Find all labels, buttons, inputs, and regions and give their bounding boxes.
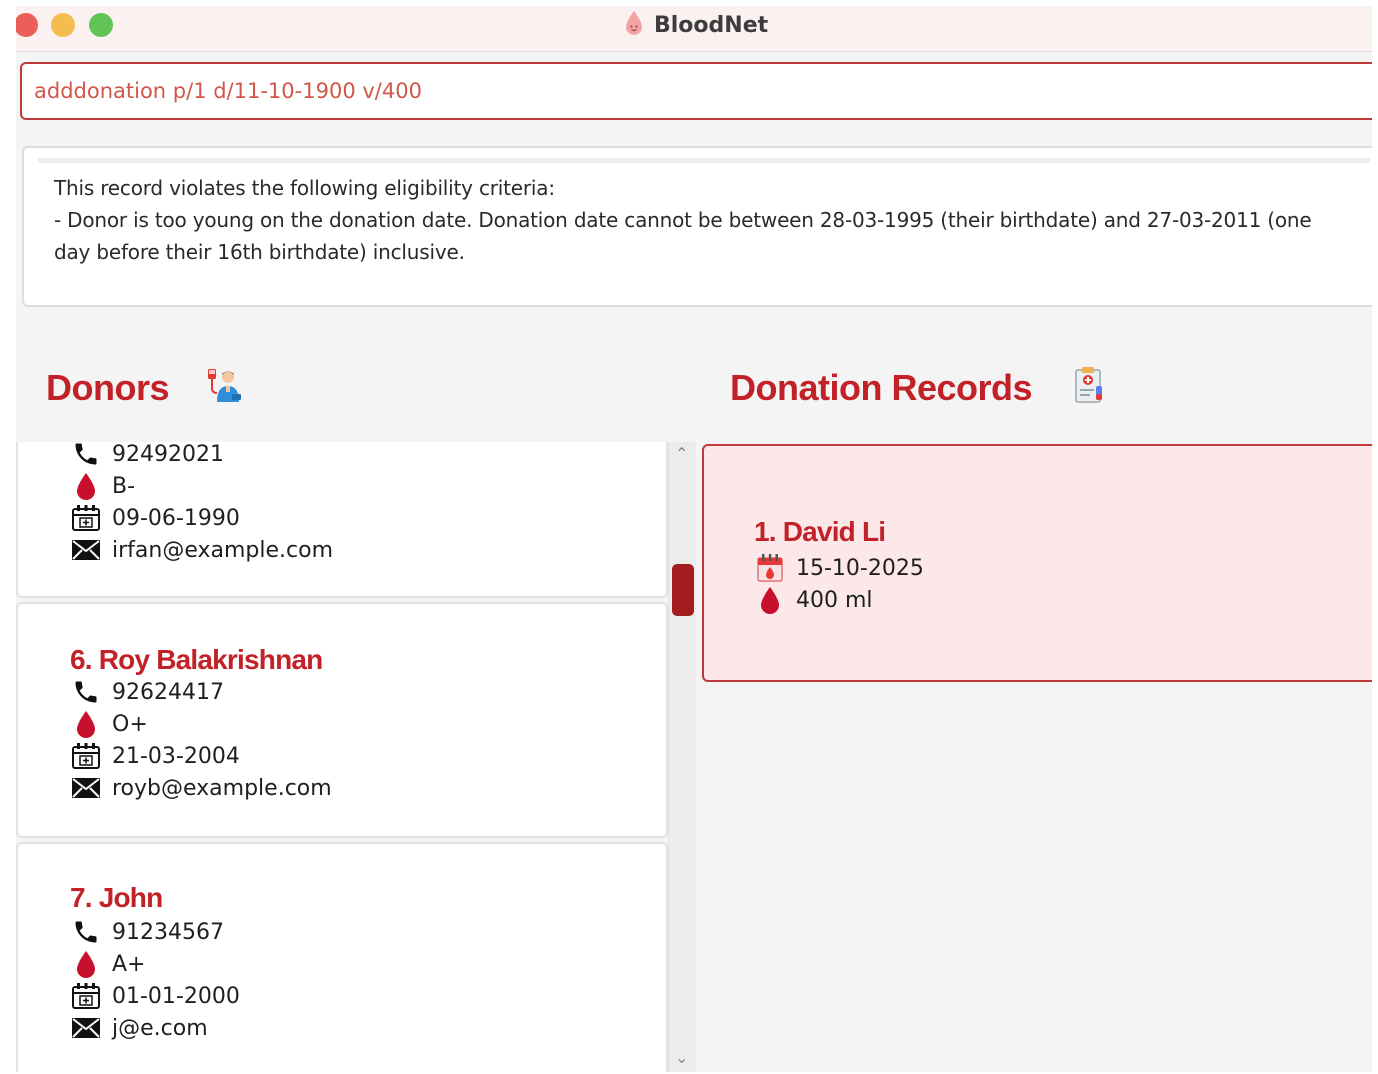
phone-icon xyxy=(70,916,102,948)
record-date-row: 15-10-2025 xyxy=(754,552,924,584)
donor-phone: 91234567 xyxy=(112,919,224,945)
donor-blood-type-row: B- xyxy=(70,470,135,502)
blood-drop-logo-icon xyxy=(624,10,644,41)
donor-dob-row: 09-06-1990 xyxy=(70,502,240,534)
zoom-window-button[interactable] xyxy=(89,13,113,37)
window-title-group: BloodNet xyxy=(624,10,768,40)
record-donor-name: 1. David Li xyxy=(754,516,886,547)
donor-name: 7. John xyxy=(70,882,163,913)
phone-icon xyxy=(70,442,102,470)
donor-blood-type-row: O+ xyxy=(70,708,148,740)
scroll-down-icon[interactable]: ⌄ xyxy=(675,1048,688,1068)
result-message: This record violates the following eligi… xyxy=(54,176,1312,264)
record-volume-row: 400 ml xyxy=(754,584,873,616)
app-window: BloodNet This record violates the follow… xyxy=(16,6,1372,1072)
scroll-thumb[interactable] xyxy=(672,564,694,616)
donation-records-list[interactable]: 1. David Li 15-10-2025 400 ml xyxy=(702,444,1372,1072)
donor-dob-row: 21-03-2004 xyxy=(70,740,240,772)
record-date: 15-10-2025 xyxy=(796,555,924,581)
donor-phone-row: 92492021 xyxy=(70,442,224,470)
donor-icon xyxy=(205,366,243,409)
donors-title: Donors xyxy=(46,366,170,408)
donor-email-row: j@e.com xyxy=(70,1012,208,1044)
donor-dob: 01-01-2000 xyxy=(112,983,240,1009)
donor-phone: 92492021 xyxy=(112,442,224,467)
donor-dob: 09-06-1990 xyxy=(112,505,240,531)
donor-email: royb@example.com xyxy=(112,775,332,801)
donor-list-scrollbar[interactable]: ⌃ ⌄ xyxy=(668,442,696,1072)
blood-drop-icon xyxy=(70,708,102,740)
blood-drop-icon xyxy=(754,584,786,616)
donor-phone-row: 91234567 xyxy=(70,916,224,948)
donor-list[interactable]: 92492021 B- 09-06-1990 irfan@example.com… xyxy=(16,442,668,1072)
donor-card[interactable]: 7. John 91234567 A+ 01-01-2000 j@e.com xyxy=(16,842,668,1072)
donor-card[interactable]: 6. Roy Balakrishnan 92624417 O+ 21-03-20… xyxy=(16,602,668,838)
donor-phone-row: 92624417 xyxy=(70,676,224,708)
record-volume: 400 ml xyxy=(796,587,873,613)
donor-dob-row: 01-01-2000 xyxy=(70,980,240,1012)
blood-drop-icon xyxy=(70,948,102,980)
donor-name: 6. Roy Balakrishnan xyxy=(70,644,323,675)
donor-card[interactable]: 92492021 B- 09-06-1990 irfan@example.com xyxy=(16,442,668,598)
birthday-calendar-icon xyxy=(70,502,102,534)
records-title: Donation Records xyxy=(730,366,1033,408)
donor-email-row: irfan@example.com xyxy=(70,534,333,566)
command-input[interactable] xyxy=(22,64,1372,118)
donors-heading: Donors xyxy=(46,366,243,409)
close-window-button[interactable] xyxy=(16,13,38,37)
records-heading: Donation Records xyxy=(730,366,1106,409)
scroll-up-icon[interactable]: ⌃ xyxy=(675,444,688,464)
donor-blood-type: B- xyxy=(112,473,136,499)
donor-blood-type: A+ xyxy=(112,951,146,977)
email-icon xyxy=(70,534,102,566)
clipboard-icon xyxy=(1072,366,1106,409)
window-title: BloodNet xyxy=(654,12,769,38)
donor-email: irfan@example.com xyxy=(112,537,333,563)
donor-email: j@e.com xyxy=(112,1015,208,1041)
command-box[interactable] xyxy=(20,62,1372,120)
donor-email-row: royb@example.com xyxy=(70,772,332,804)
result-divider xyxy=(38,158,1370,163)
title-bar: BloodNet xyxy=(16,6,1372,52)
blood-drop-icon xyxy=(70,470,102,502)
birthday-calendar-icon xyxy=(70,740,102,772)
phone-icon xyxy=(70,676,102,708)
donor-blood-type-row: A+ xyxy=(70,948,145,980)
email-icon xyxy=(70,772,102,804)
donation-record-card[interactable]: 1. David Li 15-10-2025 400 ml xyxy=(702,444,1372,682)
donor-phone: 92624417 xyxy=(112,679,224,705)
donor-dob: 21-03-2004 xyxy=(112,743,240,769)
donor-blood-type: O+ xyxy=(112,711,148,737)
birthday-calendar-icon xyxy=(70,980,102,1012)
email-icon xyxy=(70,1012,102,1044)
result-display: This record violates the following eligi… xyxy=(22,146,1372,307)
minimize-window-button[interactable] xyxy=(51,13,75,37)
donation-calendar-icon xyxy=(754,552,786,584)
